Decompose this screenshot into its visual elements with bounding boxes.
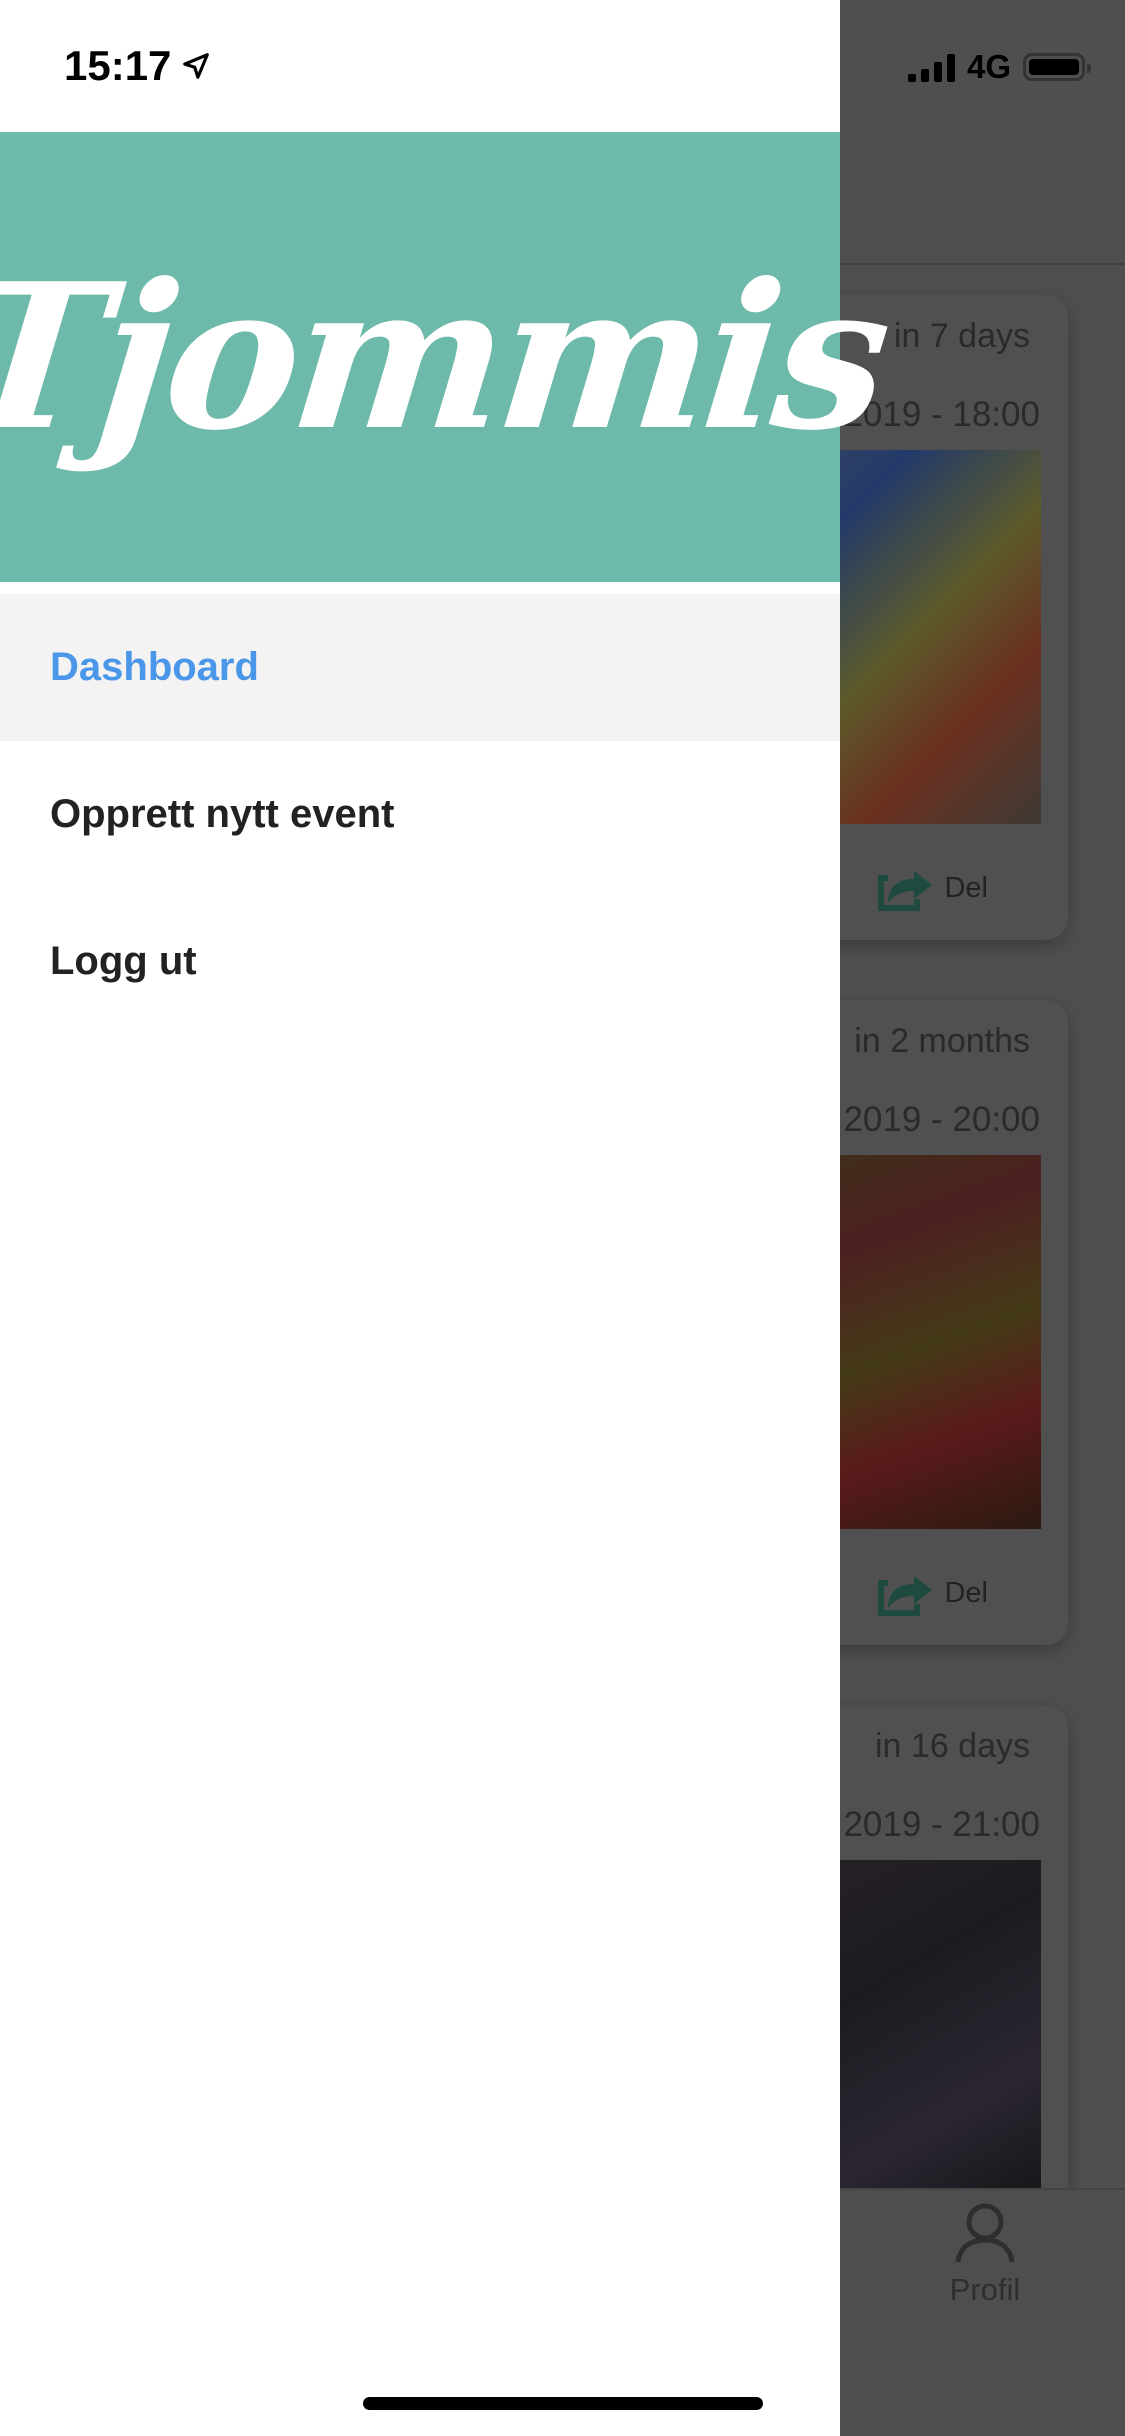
share-button[interactable]: Del <box>872 863 988 913</box>
tab-profile-label: Profil <box>949 2272 1021 2307</box>
event-relative-time: in 7 days <box>893 317 1030 355</box>
share-icon <box>878 871 933 911</box>
event-date: 2019 - 20:00 <box>843 1100 1040 1139</box>
menu-item-logout[interactable]: Logg ut <box>0 888 840 1035</box>
event-relative-time: in 16 days <box>875 1727 1030 1765</box>
menu-item-create-event[interactable]: Opprett nytt event <box>0 741 840 888</box>
drawer-menu: Dashboard Opprett nytt event Logg ut <box>0 594 840 1035</box>
signal-icon <box>907 52 955 82</box>
network-label: 4G <box>966 48 1011 85</box>
share-label: Del <box>944 871 988 904</box>
event-relative-time: in 2 months <box>854 1022 1030 1060</box>
status-indicators: 4G <box>907 48 1091 86</box>
app-logo: Tjommis <box>0 239 895 475</box>
location-arrow-icon <box>183 53 210 79</box>
menu-item-dashboard[interactable]: Dashboard <box>0 594 840 741</box>
time-label: 15:17 <box>64 42 172 89</box>
drawer-header: Tjommis <box>0 132 895 582</box>
share-icon <box>878 1576 933 1616</box>
battery-icon <box>1023 53 1091 81</box>
event-date: 2019 - 21:00 <box>843 1805 1040 1844</box>
status-time: 15:17 <box>64 42 211 90</box>
tab-profile[interactable]: Profil <box>940 2200 1030 2308</box>
share-label: Del <box>944 1576 988 1609</box>
share-button[interactable]: Del <box>872 1568 988 1618</box>
home-indicator[interactable] <box>363 2397 763 2410</box>
profile-icon <box>955 2203 1015 2263</box>
navigation-drawer: 15:17 Tjommis Dashboard Opprett nytt eve… <box>0 0 895 2436</box>
